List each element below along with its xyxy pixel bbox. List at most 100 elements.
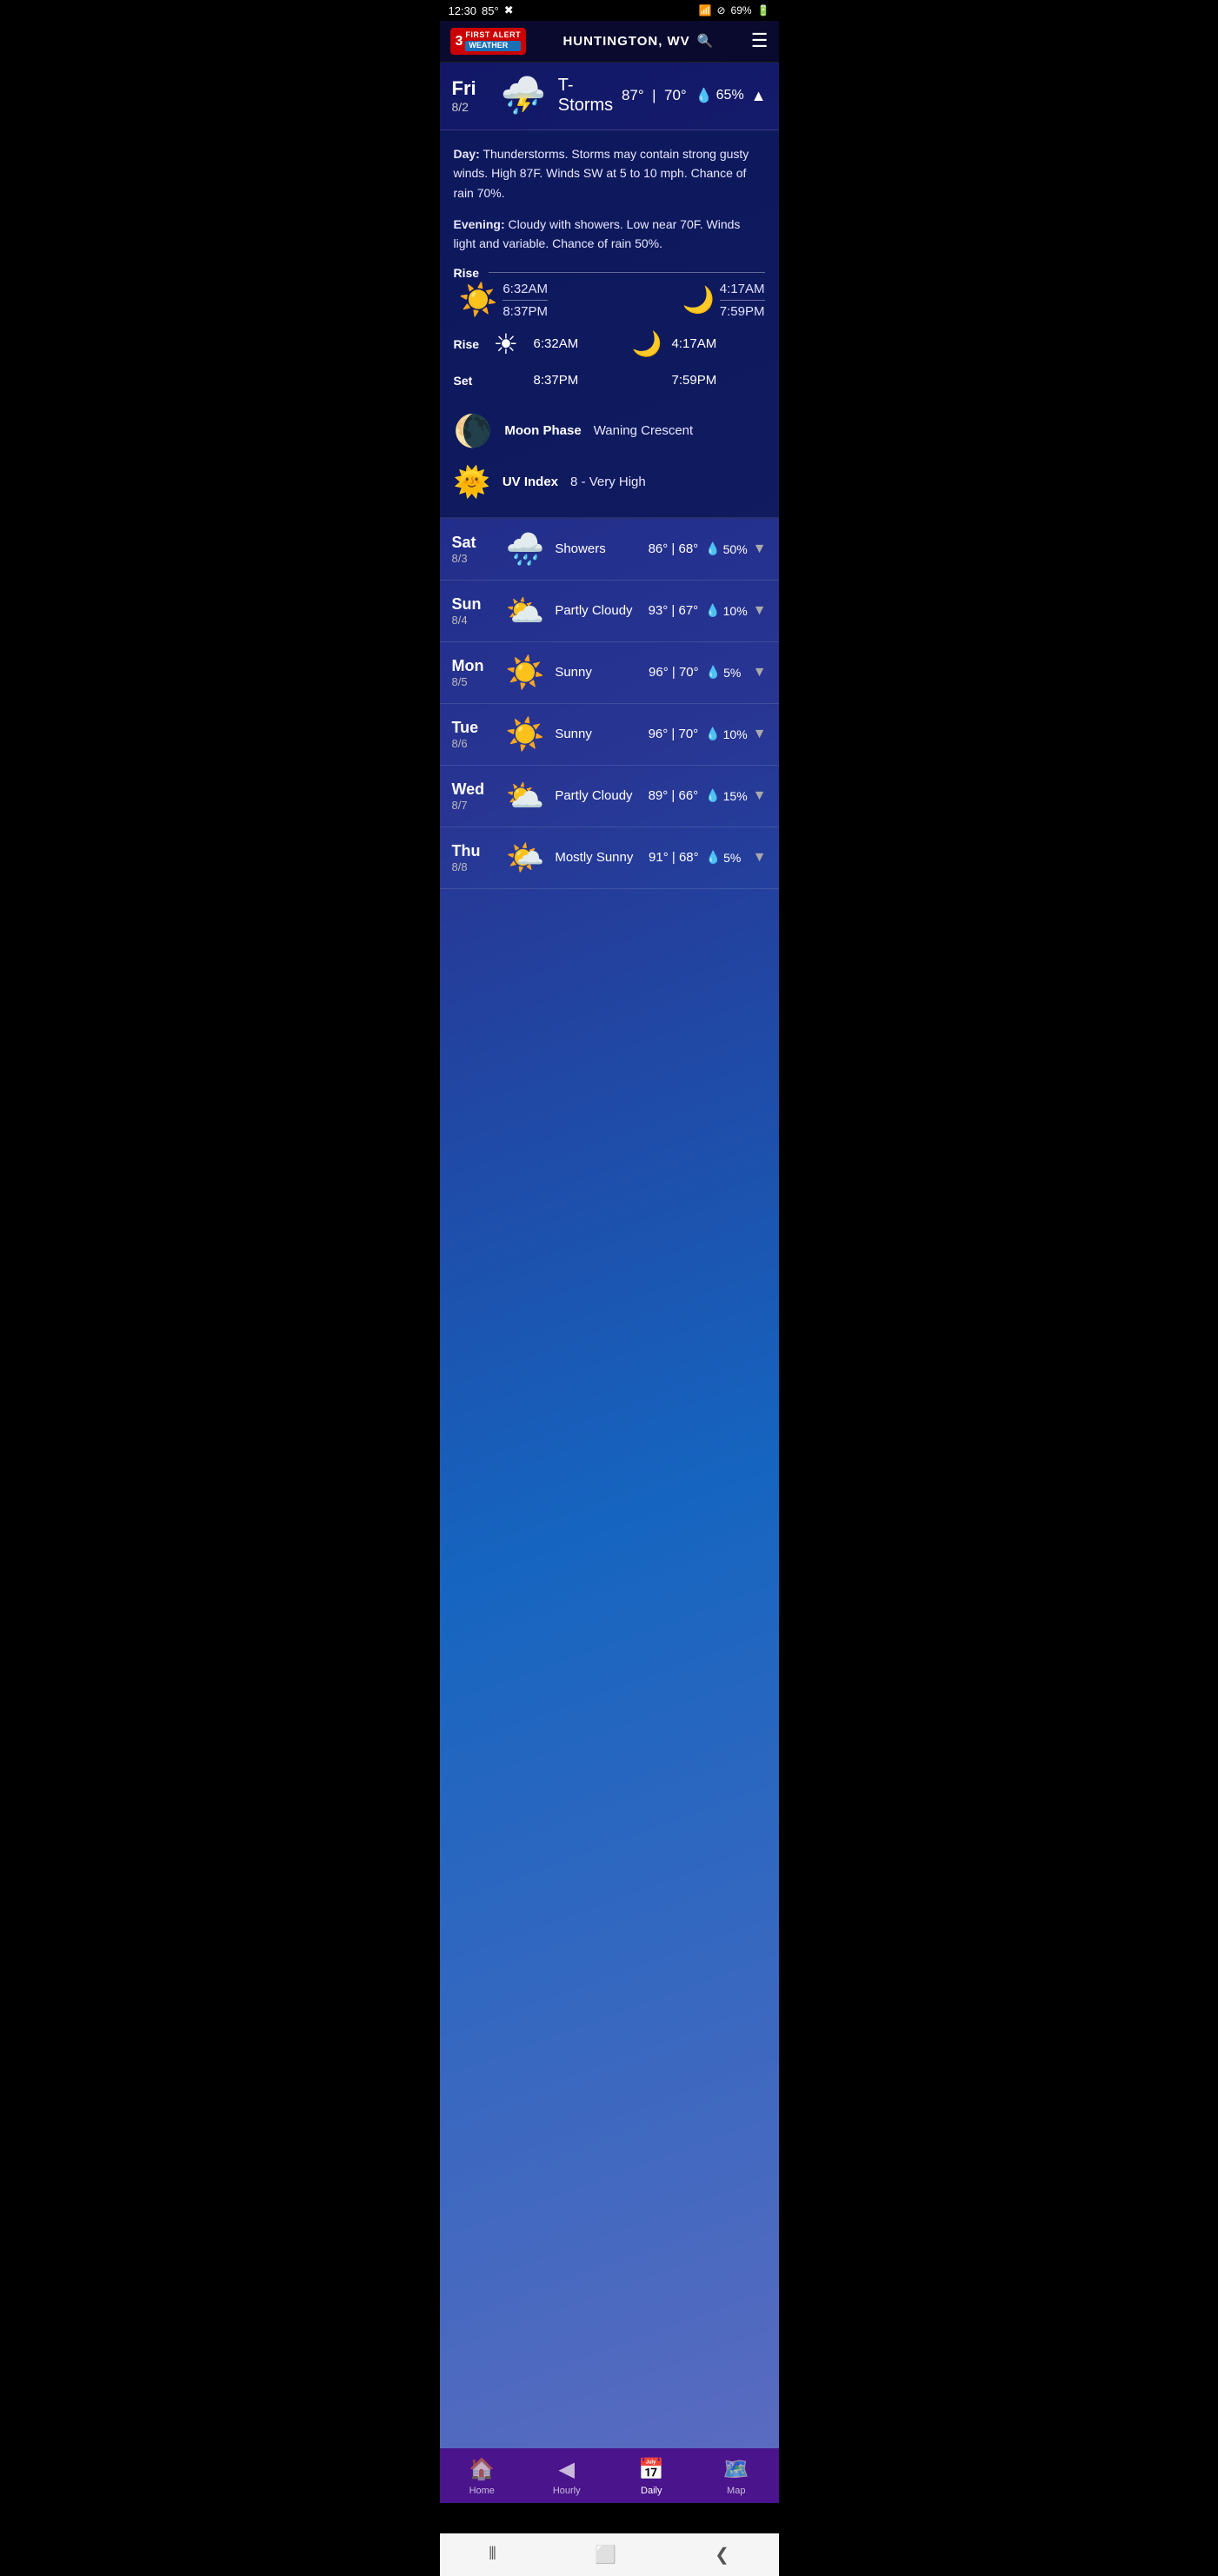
- forecast-day-name: Wed: [452, 780, 496, 799]
- uv-row: 🌞 UV Index 8 - Very High: [454, 465, 765, 500]
- forecast-condition: Mostly Sunny: [555, 849, 649, 866]
- android-recents[interactable]: ⦀: [489, 2545, 496, 2565]
- forecast-day-name: Thu: [452, 842, 496, 860]
- forecast-weather-icon: ☀️: [506, 654, 545, 691]
- forecast-precip-value: 5%: [723, 851, 741, 865]
- precip-drop-icon: 💧: [705, 603, 720, 618]
- forecast-expand-chevron[interactable]: ▼: [753, 541, 767, 557]
- battery-icon: 🔋: [757, 4, 770, 17]
- forecast-row[interactable]: Mon 8/5 ☀️ Sunny 96° | 70° 💧 5% ▼: [440, 642, 779, 704]
- forecast-day-name: Sat: [452, 534, 496, 552]
- forecast-temps: 96° | 70°: [649, 727, 699, 741]
- sun-icon: ☀️: [459, 282, 498, 318]
- forecast-expand-chevron[interactable]: ▼: [753, 665, 767, 681]
- uv-label: UV Index: [503, 475, 558, 489]
- app-logo: 3 FIRST ALERT WEATHER: [450, 28, 527, 55]
- today-precip-value: 65%: [716, 88, 744, 103]
- nav-map-label: Map: [727, 2486, 745, 2496]
- nav-hourly-label: Hourly: [553, 2486, 581, 2496]
- precip-drop-icon: 💧: [705, 541, 720, 556]
- forecast-precip: 💧 50%: [705, 541, 747, 556]
- forecast-row[interactable]: Tue 8/6 ☀️ Sunny 96° | 70° 💧 10% ▼: [440, 704, 779, 766]
- search-icon[interactable]: 🔍: [697, 33, 715, 49]
- forecast-precip: 💧 5%: [706, 665, 748, 680]
- nav-daily[interactable]: 📅 Daily: [623, 2457, 679, 2496]
- today-low: 70°: [664, 87, 687, 103]
- logo-first-alert: FIRST ALERT: [465, 31, 521, 40]
- forecast-day-date: 8/4: [452, 614, 496, 627]
- forecast-expand-chevron[interactable]: ▼: [753, 603, 767, 619]
- status-right: 📶 ⊘ 69% 🔋: [699, 4, 770, 17]
- hourly-icon: ◀: [559, 2457, 575, 2482]
- sun-rise-grid: 6:32AM: [534, 336, 627, 351]
- battery-percent: 69%: [731, 4, 752, 17]
- nav-hourly[interactable]: ◀ Hourly: [539, 2457, 595, 2496]
- rise-label-grid: Rise: [454, 337, 489, 351]
- forecast-weather-icon: ⛅: [506, 593, 545, 629]
- forecast-expand-chevron[interactable]: ▼: [753, 788, 767, 804]
- moon-phase-label: Moon Phase: [504, 423, 581, 438]
- status-bar: 12:30 85° ✖ 📶 ⊘ 69% 🔋: [440, 0, 779, 21]
- evening-description: Evening: Cloudy with showers. Low near 7…: [454, 215, 765, 254]
- forecast-day-3: Tue 8/6: [452, 719, 496, 750]
- nav-daily-label: Daily: [641, 2486, 662, 2496]
- status-left: 12:30 85° ✖: [449, 3, 514, 17]
- forecast-expand-chevron[interactable]: ▼: [753, 727, 767, 742]
- sun-set-time: 8:37PM: [503, 304, 548, 319]
- forecast-precip: 💧 15%: [705, 788, 747, 803]
- forecast-condition: Sunny: [555, 726, 648, 743]
- logo-channel: 3: [456, 34, 463, 50]
- precip-drop-icon: 💧: [706, 850, 721, 865]
- forecast-expand-chevron[interactable]: ▼: [753, 850, 767, 866]
- forecast-day-2: Mon 8/5: [452, 657, 496, 688]
- nav-home-label: Home: [469, 2486, 495, 2496]
- moon-icon: 🌙: [682, 285, 714, 315]
- today-weather-icon: ⛈️: [501, 75, 546, 117]
- today-day-date: 8/2: [452, 100, 489, 114]
- forecast-day-name: Mon: [452, 657, 496, 675]
- today-day-name: Fri: [452, 77, 489, 100]
- forecast-day-date: 8/7: [452, 799, 496, 812]
- today-day: Fri 8/2: [452, 77, 489, 114]
- forecast-row[interactable]: Sat 8/3 🌧️ Showers 86° | 68° 💧 50% ▼: [440, 519, 779, 581]
- android-nav-bar: ⦀ ⬜ ❮: [440, 2533, 779, 2576]
- forecast-condition: Showers: [555, 541, 648, 558]
- forecast-row[interactable]: Wed 8/7 ⛅ Partly Cloudy 89° | 66° 💧 15% …: [440, 766, 779, 827]
- forecast-weather-icon: ⛅: [506, 778, 545, 814]
- today-precip: 💧 65%: [696, 87, 744, 104]
- android-home[interactable]: ⬜: [595, 2544, 616, 2566]
- forecast-day-date: 8/3: [452, 552, 496, 565]
- bottom-nav: 🏠 Home ◀ Hourly 📅 Daily 🗺️ Map: [440, 2448, 779, 2503]
- status-x-icon: ✖: [504, 3, 514, 17]
- forecast-day-date: 8/5: [452, 675, 496, 688]
- today-expand-chevron[interactable]: ▲: [751, 87, 767, 105]
- forecast-row[interactable]: Thu 8/8 🌤️ Mostly Sunny 91° | 68° 💧 5% ▼: [440, 827, 779, 889]
- forecast-row[interactable]: Sun 8/4 ⛅ Partly Cloudy 93° | 67° 💧 10% …: [440, 581, 779, 642]
- android-back[interactable]: ❮: [715, 2544, 729, 2566]
- nav-map[interactable]: 🗺️ Map: [709, 2457, 764, 2496]
- menu-icon[interactable]: ☰: [751, 30, 769, 52]
- forecast-day-5: Thu 8/8: [452, 842, 496, 873]
- app-header: 3 FIRST ALERT WEATHER HUNTINGTON, WV 🔍 ☰: [440, 21, 779, 63]
- precip-drop-icon: 💧: [705, 788, 720, 803]
- moon-rise-time: 4:17AM: [720, 282, 765, 296]
- main-content: Fri 8/2 ⛈️ T-Storms 87° | 70° 💧 65% ▲ Da…: [440, 63, 779, 2479]
- forecast-day-date: 8/8: [452, 860, 496, 873]
- precip-drop-icon: 💧: [706, 665, 721, 680]
- today-detail-panel: Day: Thunderstorms. Storms may contain s…: [440, 130, 779, 519]
- forecast-temps: 93° | 67°: [649, 603, 699, 618]
- header-city: HUNTINGTON, WV 🔍: [562, 33, 714, 49]
- sun-icon-grid: ☀: [494, 328, 529, 361]
- nav-home[interactable]: 🏠 Home: [454, 2457, 509, 2496]
- forecast-precip-value: 10%: [723, 727, 748, 741]
- today-forecast-header[interactable]: Fri 8/2 ⛈️ T-Storms 87° | 70° 💧 65% ▲: [440, 63, 779, 130]
- sun-rise-time: 6:32AM: [503, 282, 548, 296]
- forecast-day-1: Sun 8/4: [452, 595, 496, 627]
- sun-moon-section: Rise ☀️ 6:32AM 8:37PM Set: [454, 266, 765, 500]
- forecast-day-name: Sun: [452, 595, 496, 614]
- forecast-weather-icon: 🌤️: [506, 840, 545, 876]
- precip-drop-icon: 💧: [696, 87, 713, 104]
- daily-icon: 📅: [638, 2457, 664, 2482]
- forecast-day-4: Wed 8/7: [452, 780, 496, 812]
- forecast-temps: 86° | 68°: [649, 541, 699, 556]
